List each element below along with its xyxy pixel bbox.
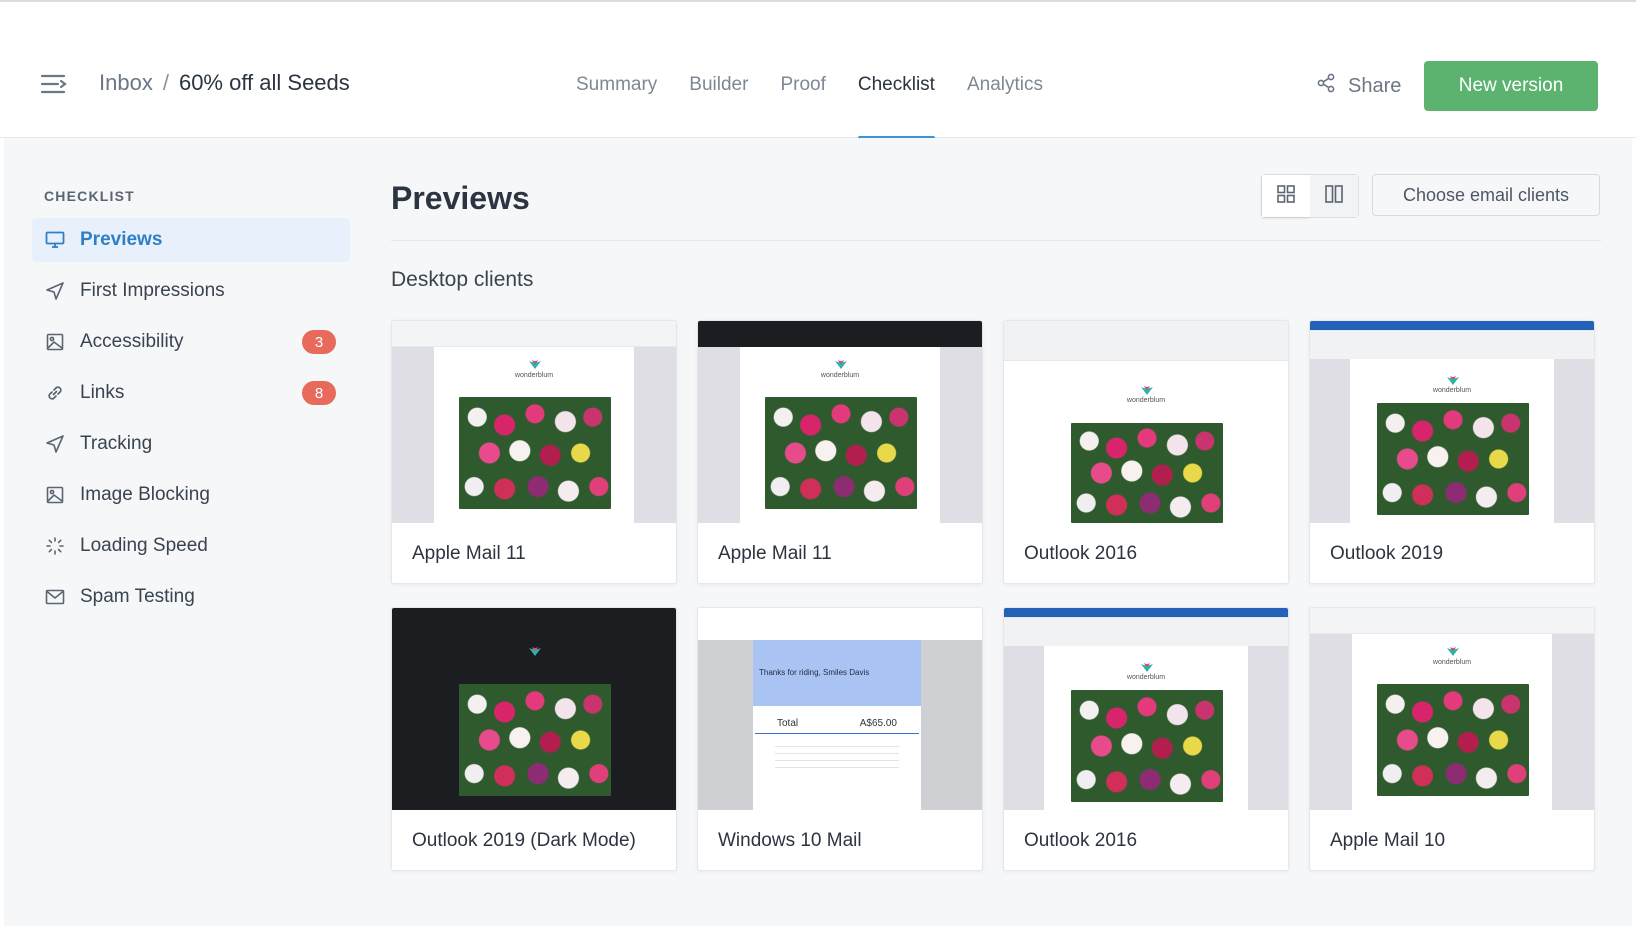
sidebar-item-loading-speed[interactable]: Loading Speed xyxy=(32,524,350,568)
link-icon xyxy=(44,382,66,404)
client-preview-card[interactable]: wonderblum Outlook 2016 xyxy=(1003,320,1289,584)
columns-icon xyxy=(1324,184,1344,209)
client-name: Outlook 2019 (Dark Mode) xyxy=(412,830,636,851)
total-label: Total xyxy=(777,718,799,729)
nav-tabs: Summary Builder Proof Checklist Analytic… xyxy=(560,2,1059,140)
receipt-email: Thanks for riding, Smiles Davis Total A$… xyxy=(753,640,921,810)
sidebar-item-label: Spam Testing xyxy=(80,586,195,607)
breadcrumb-inbox-link[interactable]: Inbox xyxy=(99,70,153,96)
logo-text: wonderblum xyxy=(1432,659,1472,666)
send-icon xyxy=(44,280,66,302)
breadcrumb-separator: / xyxy=(162,70,169,95)
client-name: Apple Mail 10 xyxy=(1330,830,1446,851)
email-preview-thumbnail: Thanks for riding, Smiles Davis Total A$… xyxy=(698,608,982,810)
sidebar-item-label: Links xyxy=(80,382,125,403)
split-view-button[interactable] xyxy=(1310,175,1358,217)
tab-checklist[interactable]: Checklist xyxy=(842,2,951,140)
sidebar-item-label: Previews xyxy=(80,229,163,250)
logo-text: wonderblum xyxy=(1432,387,1472,394)
tab-builder[interactable]: Builder xyxy=(673,2,764,140)
client-previews-grid: wonderblum Apple Mail 11 wonderblum Appl… xyxy=(391,320,1595,871)
page-title: Previews xyxy=(391,180,530,216)
image-icon xyxy=(44,331,66,353)
sidebar-item-accessibility[interactable]: Accessibility 3 xyxy=(32,320,350,364)
receipt-total-row: Total A$65.00 xyxy=(755,706,919,734)
choose-email-clients-button[interactable]: Choose email clients xyxy=(1372,174,1600,216)
tab-analytics[interactable]: Analytics xyxy=(951,2,1059,140)
monitor-icon xyxy=(44,229,66,251)
header-divider xyxy=(391,240,1601,241)
client-preview-card[interactable]: wonderblum Outlook 2019 xyxy=(1309,320,1595,584)
email-preview-thumbnail: wonderblum xyxy=(1004,608,1288,810)
view-toggle xyxy=(1261,174,1359,218)
share-label: Share xyxy=(1348,74,1402,97)
client-preview-card[interactable]: Thanks for riding, Smiles Davis Total A$… xyxy=(697,607,983,871)
sidebar-item-label: First Impressions xyxy=(80,280,225,301)
email-preview-thumbnail: wonderblum xyxy=(1004,321,1288,523)
client-preview-card[interactable]: Outlook 2019 (Dark Mode) xyxy=(391,607,677,871)
share-button[interactable]: Share xyxy=(1316,73,1401,99)
links-count-badge: 8 xyxy=(302,381,336,405)
tab-proof[interactable]: Proof xyxy=(764,2,841,140)
client-name: Apple Mail 11 xyxy=(718,543,832,564)
client-name: Outlook 2016 xyxy=(1024,830,1138,851)
client-preview-card[interactable]: wonderblum Apple Mail 11 xyxy=(697,320,983,584)
grid-icon xyxy=(1276,184,1296,209)
send-icon xyxy=(44,433,66,455)
sidebar-item-first-impressions[interactable]: First Impressions xyxy=(32,269,350,313)
receipt-thanks: Thanks for riding, Smiles Davis xyxy=(753,640,921,706)
section-title: Desktop clients xyxy=(391,268,534,291)
tab-summary[interactable]: Summary xyxy=(560,2,673,140)
sidebar-item-label: Image Blocking xyxy=(80,484,210,505)
share-icon xyxy=(1316,73,1336,99)
main-area: CHECKLIST Previews First Impressions Acc… xyxy=(4,138,1632,926)
email-preview-thumbnail: wonderblum xyxy=(1310,321,1594,523)
sidebar-item-tracking[interactable]: Tracking xyxy=(32,422,350,466)
sidebar-item-links[interactable]: Links 8 xyxy=(32,371,350,415)
spinner-icon xyxy=(44,535,66,557)
email-preview-thumbnail: wonderblum xyxy=(392,321,676,523)
top-bar: Inbox / 60% off all Seeds Summary Builde… xyxy=(0,0,1636,140)
client-name: Outlook 2019 xyxy=(1330,543,1444,564)
logo-text: wonderblum xyxy=(514,372,554,379)
client-preview-card[interactable]: wonderblum Apple Mail 11 xyxy=(391,320,677,584)
total-value: A$65.00 xyxy=(859,718,897,729)
client-preview-card[interactable]: wonderblum Outlook 2016 xyxy=(1003,607,1289,871)
new-version-button[interactable]: New version xyxy=(1424,61,1598,111)
sidebar-item-image-blocking[interactable]: Image Blocking xyxy=(32,473,350,517)
sidebar-item-label: Loading Speed xyxy=(80,535,208,556)
breadcrumb: Inbox / 60% off all Seeds xyxy=(99,70,350,96)
grid-view-button[interactable] xyxy=(1262,175,1310,217)
client-name: Windows 10 Mail xyxy=(718,830,862,851)
logo-text: wonderblum xyxy=(820,372,860,379)
image-icon xyxy=(44,484,66,506)
logo-text: wonderblum xyxy=(1126,397,1166,404)
client-name: Outlook 2016 xyxy=(1024,543,1138,564)
sidebar-item-spam-testing[interactable]: Spam Testing xyxy=(32,575,350,619)
breadcrumb-current: 60% off all Seeds xyxy=(178,70,350,95)
client-preview-card[interactable]: wonderblum Apple Mail 10 xyxy=(1309,607,1595,871)
envelope-icon xyxy=(44,586,66,608)
email-preview-thumbnail: wonderblum xyxy=(1310,608,1594,810)
accessibility-count-badge: 3 xyxy=(302,330,336,354)
email-preview-thumbnail: wonderblum xyxy=(698,321,982,523)
menu-icon[interactable] xyxy=(40,72,68,96)
client-name: Apple Mail 11 xyxy=(412,543,526,564)
sidebar-item-previews[interactable]: Previews xyxy=(32,218,350,262)
email-preview-thumbnail xyxy=(392,608,676,810)
sidebar-item-label: Accessibility xyxy=(80,331,184,352)
logo-text: wonderblum xyxy=(1126,674,1166,681)
sidebar-item-label: Tracking xyxy=(80,433,153,454)
checklist-sidebar: CHECKLIST Previews First Impressions Acc… xyxy=(32,188,350,626)
sidebar-heading: CHECKLIST xyxy=(44,188,135,204)
